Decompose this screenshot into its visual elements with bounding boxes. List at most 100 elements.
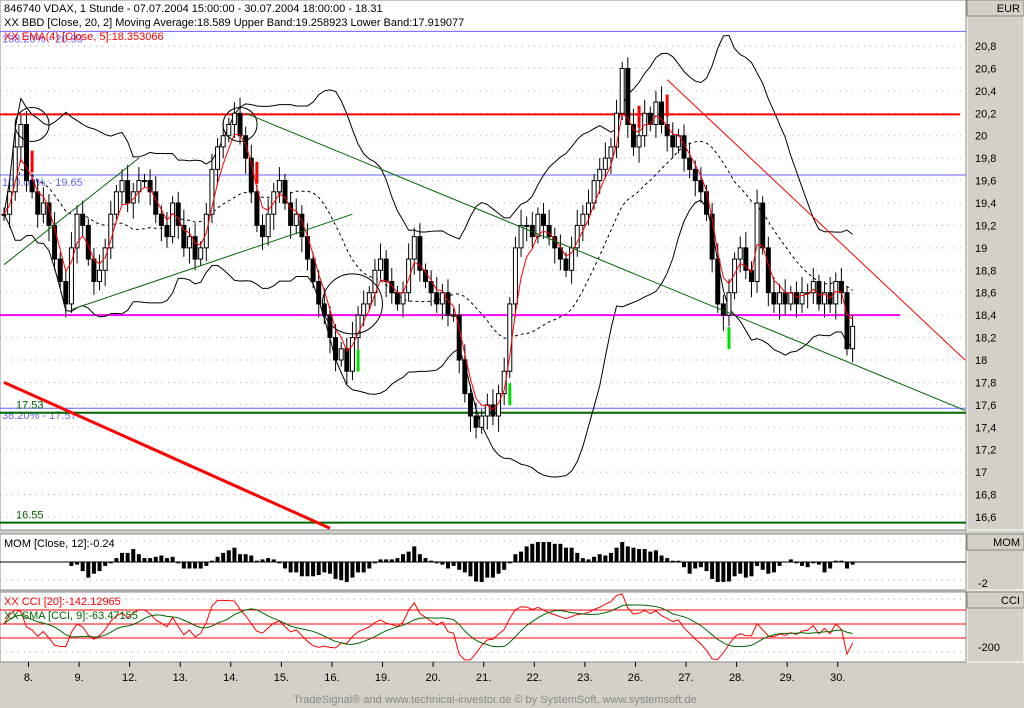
mom-bar (715, 562, 720, 582)
mom-bar (412, 546, 417, 562)
mom-bar (260, 559, 265, 562)
mom-bar (659, 555, 664, 562)
y-tick-label: 17,2 (975, 445, 996, 457)
mom-bar (327, 562, 332, 574)
mom-bar (755, 562, 760, 566)
candle-body (147, 180, 153, 193)
mom-bar (384, 559, 389, 562)
mom-bar (299, 562, 304, 577)
y-tick-label: 20,4 (975, 86, 996, 98)
mom-bar (30, 562, 35, 563)
mom-bar (530, 543, 535, 562)
mom-bar (625, 546, 630, 562)
candle-body (125, 180, 131, 204)
y-tick-label: 20 (975, 131, 987, 143)
cci-tick: -200 (978, 642, 1000, 654)
mom-bar (592, 556, 597, 562)
y-tick-label: 19,8 (975, 153, 996, 165)
mom-bar (249, 555, 254, 562)
candle-body (237, 112, 243, 137)
candle-body (333, 337, 339, 361)
buy-signal-marker (356, 349, 360, 372)
mom-bar (52, 562, 57, 563)
mom-bar (401, 554, 406, 562)
mom-bar (148, 558, 153, 562)
candle-body (479, 415, 485, 428)
mom-bar (232, 547, 237, 562)
candle-body (63, 280, 69, 305)
candle-body (771, 292, 777, 305)
candle-body (108, 213, 114, 249)
mom-bar (243, 554, 248, 562)
candle-body (445, 292, 451, 316)
mom-bar (451, 562, 456, 566)
mom-bar (13, 562, 18, 563)
mom-bar (35, 562, 40, 563)
mom-bar (238, 554, 243, 562)
candle-body (394, 292, 400, 305)
mom-bar (524, 546, 529, 562)
candle-body (113, 191, 119, 215)
mom-bar (580, 558, 585, 562)
mom-bar (653, 550, 658, 562)
candle-body (12, 146, 18, 193)
mom-bar (541, 542, 546, 562)
candle-body (844, 292, 850, 350)
mom-bar (603, 555, 608, 562)
candle-body (265, 213, 271, 238)
y-tick-label: 18,6 (975, 288, 996, 300)
mom-bar (490, 562, 495, 578)
candle-body (293, 213, 299, 226)
candle-body (434, 292, 440, 305)
candle-body (451, 314, 457, 317)
candle-body (726, 292, 732, 316)
candle-body (782, 292, 788, 305)
mom-bar (440, 562, 445, 565)
mom-bar (333, 562, 338, 579)
mom-bar (575, 552, 580, 562)
candle-body (698, 180, 704, 193)
mom-bar (316, 562, 321, 575)
candle-body (361, 303, 367, 316)
candle-body (704, 191, 709, 215)
mom-bar (395, 558, 400, 562)
candle-body (186, 236, 192, 249)
mom-axis-title: MOM (993, 537, 1020, 549)
mom-bar (586, 559, 591, 562)
mom-bar (63, 562, 68, 563)
mom-bar (153, 556, 158, 562)
sell-signal-marker (665, 94, 669, 117)
candle-body (40, 202, 46, 215)
candle-body (619, 67, 625, 114)
mom-bar (794, 562, 799, 564)
cci-axis-title: CCI (1001, 595, 1020, 607)
mom-bar (187, 562, 192, 569)
candle-body (164, 224, 170, 238)
y-tick-label: 19,2 (975, 220, 996, 232)
candle-body (310, 258, 316, 282)
candle-body (1, 213, 7, 216)
candle-body (215, 146, 221, 170)
candle-body (153, 191, 159, 215)
mom-bar (687, 562, 692, 574)
x-tick-label: 16. (324, 672, 339, 684)
candle-body (411, 236, 417, 260)
y-tick-label: 17,4 (975, 422, 996, 434)
mom-bar (131, 549, 136, 562)
mom-bar (833, 560, 838, 562)
candle-body (91, 258, 97, 282)
buy-signal-marker (727, 327, 731, 350)
mom-bar (344, 562, 349, 582)
x-tick-label: 14. (223, 672, 238, 684)
mom-bar (738, 562, 743, 574)
mom-bar (311, 562, 316, 577)
sell-signal-marker (255, 161, 259, 184)
mom-bar (434, 562, 439, 564)
candle-body (518, 224, 524, 249)
mom-bar (721, 562, 726, 582)
candle-body (462, 359, 468, 395)
mom-bar (743, 562, 748, 578)
mom-legend: MOM [Close, 12]:-0.24 (4, 538, 115, 550)
mom-bar (777, 562, 782, 566)
candle-body (838, 280, 844, 294)
